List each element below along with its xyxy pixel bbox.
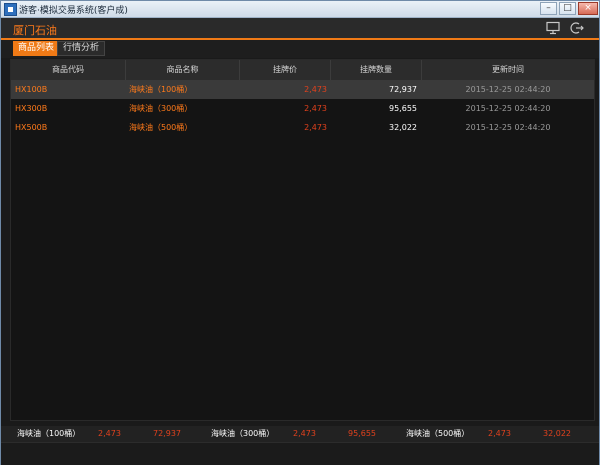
title-bar[interactable]: 游客·模拟交易系统(客户成) – □ ×	[1, 1, 599, 18]
column-header-code[interactable]: 商品代码	[11, 60, 126, 80]
minimize-button[interactable]: –	[540, 2, 557, 15]
cell-time: 2015-12-25 02:44:20	[465, 85, 551, 94]
price-ticker: 海峡油（100桶） 2,473 72,937 海峡油（300桶） 2,473 9…	[1, 426, 599, 442]
cell-quantity: 32,022	[389, 123, 417, 132]
maximize-button[interactable]: □	[559, 2, 576, 15]
cell-code: HX500B	[15, 123, 48, 132]
brand-title: 厦门石油	[13, 24, 57, 37]
product-table: 商品代码 商品名称 挂牌价 挂牌数量 更新时间 HX100B 海峡油（100桶）…	[10, 59, 595, 421]
app-header: 厦门石油	[1, 18, 599, 38]
table-row[interactable]: HX100B 海峡油（100桶） 2,473 72,937 2015-12-25…	[11, 80, 594, 99]
table-row[interactable]: HX500B 海峡油（500桶） 2,473 32,022 2015-12-25…	[11, 118, 594, 137]
ticker-item-name: 海峡油（100桶）	[17, 429, 81, 438]
ticker-item-price: 2,473	[488, 429, 511, 438]
cell-time: 2015-12-25 02:44:20	[465, 104, 551, 113]
window-title: 游客·模拟交易系统(客户成)	[19, 6, 128, 16]
ticker-item-name: 海峡油（300桶）	[211, 429, 275, 438]
ticker-item-quantity: 95,655	[348, 429, 376, 438]
tab-bar: 商品列表 行情分析	[1, 40, 599, 58]
column-header-name[interactable]: 商品名称	[126, 60, 240, 80]
monitor-icon[interactable]	[546, 21, 560, 35]
column-header-time[interactable]: 更新时间	[422, 60, 594, 80]
cell-name: 海峡油（100桶）	[129, 85, 193, 94]
cell-price: 2,473	[304, 85, 327, 94]
ticker-item-quantity: 72,937	[153, 429, 181, 438]
ticker-item-name: 海峡油（500桶）	[406, 429, 470, 438]
cell-name: 海峡油（300桶）	[129, 104, 193, 113]
cell-price: 2,473	[304, 123, 327, 132]
status-bar	[1, 442, 599, 465]
cell-price: 2,473	[304, 104, 327, 113]
cell-quantity: 95,655	[389, 104, 417, 113]
ticker-item-price: 2,473	[98, 429, 121, 438]
cell-code: HX100B	[15, 85, 48, 94]
app-icon	[4, 3, 17, 16]
column-header-price[interactable]: 挂牌价	[240, 60, 331, 80]
table-header: 商品代码 商品名称 挂牌价 挂牌数量 更新时间	[11, 60, 594, 80]
ticker-item-price: 2,473	[293, 429, 316, 438]
column-header-quantity[interactable]: 挂牌数量	[331, 60, 422, 80]
cell-code: HX300B	[15, 104, 48, 113]
close-button[interactable]: ×	[578, 2, 598, 15]
tab-market-analysis[interactable]: 行情分析	[57, 41, 106, 56]
ticker-item-quantity: 32,022	[543, 429, 571, 438]
app-window: 游客·模拟交易系统(客户成) – □ × 厦门石油 商品列表 行情分析 商品代码…	[0, 0, 600, 465]
table-row[interactable]: HX300B 海峡油（300桶） 2,473 95,655 2015-12-25…	[11, 99, 594, 118]
cell-name: 海峡油（500桶）	[129, 123, 193, 132]
logout-icon[interactable]	[570, 21, 584, 35]
tab-product-list[interactable]: 商品列表	[13, 41, 60, 56]
cell-quantity: 72,937	[389, 85, 417, 94]
cell-time: 2015-12-25 02:44:20	[465, 123, 551, 132]
